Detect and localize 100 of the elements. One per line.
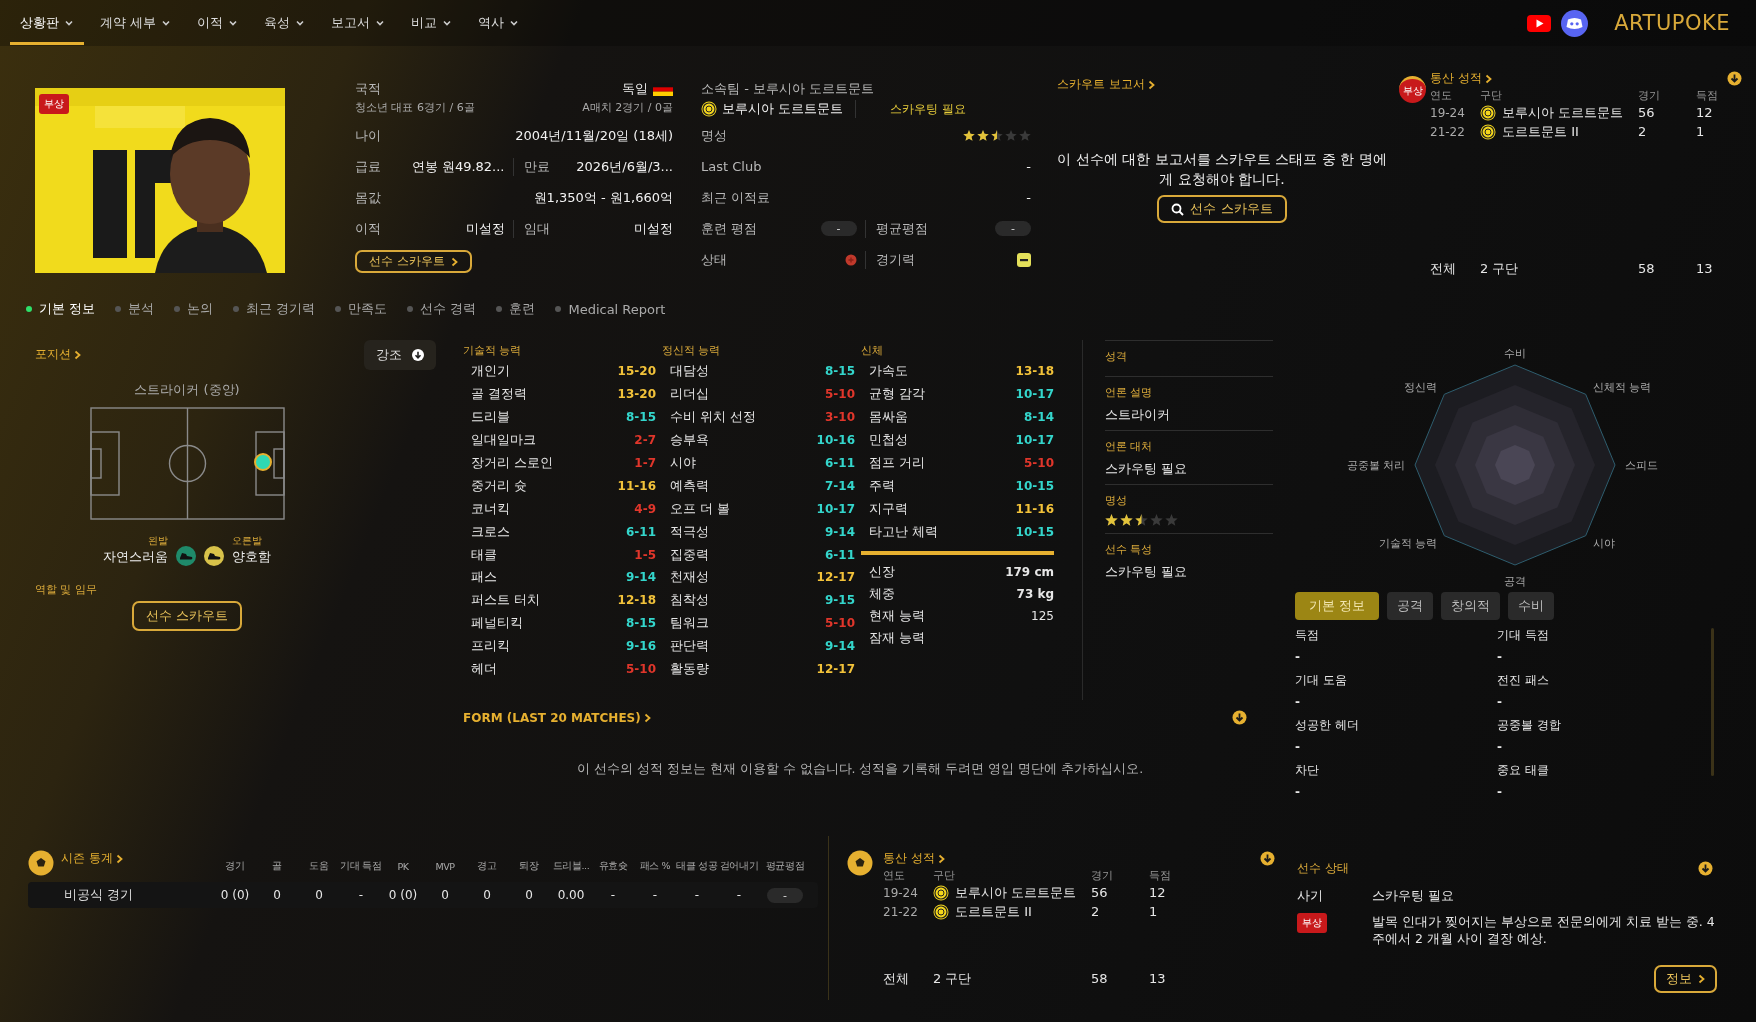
- stat-label: 차단: [1295, 762, 1320, 779]
- menu-tab[interactable]: 육성: [254, 1, 316, 45]
- chevron-icon: [1147, 79, 1155, 90]
- scout-button[interactable]: 선수 스카우트: [131, 601, 243, 631]
- tab[interactable]: 최근 경기력: [233, 300, 316, 318]
- attribute-range: 9-14: [824, 524, 855, 539]
- field-label: 이적: [355, 219, 381, 238]
- menu-tab[interactable]: 상황판: [10, 1, 84, 45]
- highlight-button[interactable]: 강조: [364, 340, 436, 370]
- tab[interactable]: 공격: [1387, 592, 1434, 620]
- download-icon[interactable]: [1698, 861, 1713, 876]
- attribute-name: 집중력: [670, 545, 709, 564]
- section-heading: 선수 상태: [1297, 860, 1349, 877]
- boot-icon: [204, 546, 224, 566]
- table-cell-text: 58: [1638, 261, 1656, 276]
- trait-value: 스트라이커: [1105, 406, 1171, 424]
- club-crest-icon: [1480, 104, 1496, 121]
- table-cell-text: -: [357, 888, 365, 902]
- tab[interactable]: 창의적: [1441, 592, 1501, 620]
- tab[interactable]: 논의: [174, 300, 214, 318]
- scrollbar[interactable]: [1711, 628, 1714, 776]
- tab[interactable]: 선수 경력: [407, 300, 477, 318]
- attribute-name: 리더십: [670, 385, 709, 404]
- group-heading: 신체: [861, 343, 884, 359]
- attribute-name: 개인기: [471, 362, 510, 381]
- field-label: 임대: [523, 219, 550, 238]
- attribute-range: 9-14: [625, 570, 656, 585]
- attribute-name: 헤더: [471, 660, 497, 678]
- attribute-range: 8-15: [824, 364, 855, 379]
- attribute-name: 수비 위치 선정: [670, 408, 757, 427]
- table-cell-text: 13: [1149, 971, 1167, 986]
- tab[interactable]: 만족도: [335, 300, 388, 318]
- field-value: -: [1026, 190, 1031, 205]
- table-cell-text: 전체: [1430, 259, 1457, 278]
- section-link[interactable]: FORM (LAST 20 MATCHES): [463, 710, 651, 725]
- attribute-range: 10-15: [1015, 524, 1054, 539]
- column-header: 득점: [1696, 87, 1719, 103]
- body-label: 체중: [869, 585, 895, 604]
- tab[interactable]: 분석: [115, 300, 155, 318]
- chat-app-icon[interactable]: [1561, 9, 1589, 37]
- chevron-icon: [1698, 974, 1705, 984]
- attribute-range: 12-17: [816, 570, 855, 585]
- attribute-range: 11-16: [617, 478, 656, 493]
- trait-value: 스카우팅 필요: [1105, 460, 1189, 478]
- download-icon[interactable]: [1727, 71, 1742, 86]
- menu-tab[interactable]: 이적: [187, 1, 249, 45]
- attribute-name: 가속도: [869, 362, 908, 381]
- scout-button[interactable]: 선수 스카우트: [1157, 195, 1287, 223]
- download-icon[interactable]: [1260, 851, 1275, 866]
- group-heading: 기술적 능력: [463, 343, 523, 359]
- section-link[interactable]: 포지션: [35, 346, 81, 363]
- caps-text: 청소년 대표 6경기 / 6골: [355, 100, 475, 115]
- injury-badge: 부상: [1297, 913, 1327, 933]
- attribute-name: 중거리 슛: [471, 476, 528, 495]
- table-cell: 도르트문트 II: [955, 902, 1032, 921]
- field-label: 상태: [701, 250, 727, 269]
- stat-value: -: [1295, 649, 1301, 666]
- column-header: 경기: [1638, 87, 1661, 103]
- stat-value: -: [1295, 694, 1301, 711]
- column-header: 연도: [1430, 87, 1453, 103]
- chevron-icon: [643, 712, 651, 723]
- section-link[interactable]: 통산 성적: [1430, 70, 1492, 87]
- section-link[interactable]: 통산 성적: [883, 850, 945, 867]
- table-cell-text: 비공식 경기: [63, 886, 135, 904]
- attribute-name: 팀워크: [670, 614, 709, 633]
- table-cell-text: 0 (0): [219, 888, 251, 902]
- table-cell-text: -: [735, 888, 743, 902]
- tab[interactable]: Medical Report: [555, 301, 666, 317]
- injury-badge: 부상: [39, 94, 69, 114]
- tab[interactable]: 수비: [1508, 592, 1555, 620]
- field-value: -: [1026, 159, 1031, 174]
- section-link[interactable]: 스카우트 보고서: [1057, 76, 1155, 93]
- table-cell: 보루시아 도르트문트: [1502, 103, 1624, 122]
- menu-tab[interactable]: 역사: [468, 1, 530, 45]
- section-link[interactable]: 시즌 통계: [61, 850, 123, 867]
- chevron-icon: [450, 256, 458, 267]
- menu-tab[interactable]: 계약 세부: [90, 1, 182, 45]
- menu-tab[interactable]: 비교: [401, 1, 463, 45]
- attribute-range: 7-14: [824, 478, 855, 493]
- attribute-name: 활동량: [670, 660, 709, 678]
- video-play-icon[interactable]: [1527, 14, 1552, 32]
- attribute-name: 시야: [670, 454, 696, 472]
- info-button[interactable]: 정보: [1654, 965, 1717, 993]
- attribute-range: 4-9: [634, 501, 656, 516]
- tab[interactable]: 기본 정보: [26, 300, 96, 318]
- download-icon[interactable]: [1232, 710, 1247, 725]
- menu-tab[interactable]: 보고서: [321, 1, 396, 45]
- body-label: 신장: [869, 563, 895, 582]
- attribute-name: 몸싸움: [869, 408, 908, 427]
- table-cell-text: 13: [1696, 261, 1714, 276]
- scout-button[interactable]: 선수 스카우트: [355, 250, 472, 273]
- column-header: 태클 성공: [676, 860, 718, 873]
- attribute-range: 9-15: [824, 593, 855, 608]
- rating-pill: -: [820, 221, 857, 236]
- tab[interactable]: 훈련: [496, 300, 536, 318]
- table-cell-text: 0.00: [556, 888, 586, 902]
- table-cell-text: 0 (0): [387, 888, 419, 902]
- field-value: 연봉 원49.82...: [411, 157, 505, 176]
- group-heading: 정신적 능력: [662, 343, 722, 359]
- axis-label: 정신력: [1404, 381, 1438, 395]
